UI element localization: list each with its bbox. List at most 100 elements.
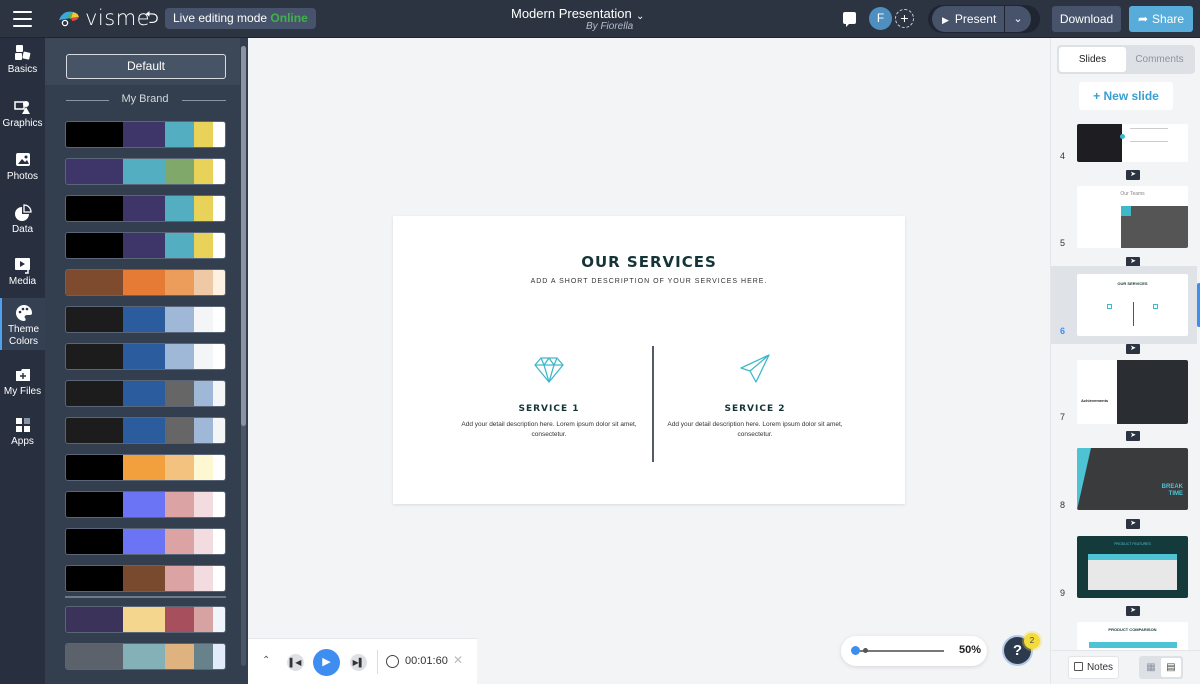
slide-thumb-row[interactable]: 7 Achievements (1051, 358, 1197, 430)
color-swatch (194, 270, 213, 295)
color-swatch (123, 122, 165, 147)
thumb-title: Our Teams (1120, 191, 1145, 197)
zoom-slider-track[interactable] (855, 650, 944, 652)
menu-icon[interactable] (13, 11, 32, 27)
slide-thumbnail[interactable]: BREAK TIME (1077, 448, 1188, 510)
slide-number: 9 (1060, 588, 1066, 598)
nav-photos[interactable]: Photos (0, 151, 45, 182)
color-palette[interactable] (65, 306, 226, 333)
nav-data[interactable]: Data (0, 204, 45, 235)
chevron-up-icon[interactable]: ⌃ (262, 655, 270, 666)
skip-back-icon[interactable]: ▌◀ (287, 654, 304, 671)
top-bar: visme ⮌ Live editing mode Online Modern … (0, 0, 1200, 38)
color-swatch (66, 381, 123, 406)
present-dropdown-chevron-icon[interactable]: ⌄ (1005, 6, 1031, 32)
document-title[interactable]: Modern Presentation (511, 6, 632, 21)
slide-number: 5 (1060, 238, 1066, 248)
color-palette[interactable] (65, 417, 226, 444)
color-palette[interactable] (65, 606, 226, 633)
color-palette[interactable] (65, 269, 226, 296)
avatar[interactable]: F (869, 7, 892, 30)
share-button[interactable]: ➦ Share (1129, 6, 1193, 32)
slide-thumb-row[interactable]: 5 Our Teams (1051, 184, 1197, 256)
color-palette[interactable] (65, 565, 226, 592)
color-swatch (165, 492, 194, 517)
zoom-slider-handle[interactable] (851, 646, 860, 655)
color-palette[interactable] (65, 232, 226, 259)
list-view-icon[interactable]: ▤ (1161, 658, 1181, 677)
live-editing-badge[interactable]: Live editing mode Online (165, 8, 316, 29)
nav-theme-colors-label: Theme Colors (7, 324, 40, 347)
slide-title[interactable]: OUR SERVICES (393, 253, 905, 271)
play-button[interactable]: ▶ (313, 649, 340, 676)
transition-icon[interactable]: ➤ (1126, 606, 1140, 616)
tab-slides[interactable]: Slides (1059, 47, 1126, 72)
color-palette[interactable] (65, 643, 226, 670)
color-palette[interactable] (65, 343, 226, 370)
chevron-down-icon[interactable]: ⌄ (636, 11, 644, 22)
present-button[interactable]: ▶ Present (932, 6, 1004, 32)
visme-logo[interactable]: visme (57, 7, 150, 29)
thumb-photo (1077, 448, 1188, 510)
slide-thumb-row[interactable]: 8 BREAK TIME (1051, 446, 1197, 518)
service-1[interactable]: SERVICE 1 Add your detail description he… (459, 346, 639, 439)
slide-thumbnail[interactable]: PRODUCT FEATURES (1077, 536, 1188, 598)
color-palette[interactable] (65, 528, 226, 555)
document-author: By Fiorella (586, 21, 634, 32)
service-2[interactable]: SERVICE 2 Add your detail description he… (665, 346, 845, 439)
close-icon[interactable]: ✕ (453, 653, 463, 667)
diamond-icon[interactable] (532, 352, 566, 386)
slide-thumbnail[interactable]: Our Teams (1077, 186, 1188, 248)
nav-apps[interactable]: Apps (0, 416, 45, 447)
color-palette[interactable] (65, 121, 226, 148)
transition-icon[interactable]: ➤ (1126, 344, 1140, 354)
color-swatch (66, 566, 123, 591)
service-2-desc[interactable]: Add your detail description here. Lorem … (665, 420, 845, 439)
slide-thumb-row[interactable]: 4 (1051, 122, 1197, 166)
color-swatch (194, 644, 213, 669)
slide-thumbnail[interactable]: Achievements (1077, 360, 1188, 424)
grid-view-icon[interactable]: ▦ (1141, 658, 1161, 677)
color-palette[interactable] (65, 380, 226, 407)
slide[interactable]: OUR SERVICES ADD A SHORT DESCRIPTION OF … (393, 216, 905, 504)
color-palette[interactable] (65, 491, 226, 518)
color-palette[interactable] (65, 158, 226, 185)
slide-subtitle[interactable]: ADD A SHORT DESCRIPTION OF YOUR SERVICES… (393, 278, 905, 285)
color-swatch (194, 455, 213, 480)
slide-thumb-row[interactable]: 9 PRODUCT FEATURES (1051, 534, 1197, 606)
transition-icon[interactable]: ➤ (1126, 170, 1140, 180)
transition-icon[interactable]: ➤ (1126, 431, 1140, 441)
nav-media[interactable]: Media (0, 256, 45, 287)
thumb-icon (1107, 304, 1112, 309)
tab-comments[interactable]: Comments (1126, 47, 1193, 72)
slide-thumbnail[interactable] (1077, 124, 1188, 162)
clock-icon (386, 655, 399, 668)
color-palette[interactable] (65, 454, 226, 481)
slide-divider[interactable] (652, 346, 654, 462)
color-swatch (66, 196, 123, 221)
service-2-title[interactable]: SERVICE 2 (665, 404, 845, 414)
new-slide-button[interactable]: + New slide (1079, 82, 1173, 110)
nav-my-files[interactable]: My Files (0, 366, 45, 397)
slide-thumbnail[interactable]: OUR SERVICES (1077, 274, 1188, 336)
transition-icon[interactable]: ➤ (1126, 519, 1140, 529)
notes-button[interactable]: Notes (1068, 656, 1119, 679)
nav-graphics[interactable]: Graphics (0, 98, 45, 129)
nav-theme-colors[interactable]: Theme Colors (0, 298, 45, 350)
paper-plane-icon[interactable] (738, 352, 772, 386)
color-swatch (123, 455, 165, 480)
slide-thumb-row-active[interactable]: 6 OUR SERVICES (1051, 266, 1197, 344)
color-palette[interactable] (65, 195, 226, 222)
duration-time[interactable]: 00:01:60 (405, 655, 448, 667)
add-collaborator-icon[interactable]: + (895, 9, 914, 28)
skip-forward-icon[interactable]: ▶▌ (350, 654, 367, 671)
color-swatch (66, 529, 123, 554)
undo-icon[interactable]: ⮌ (145, 9, 159, 27)
service-1-desc[interactable]: Add your detail description here. Lorem … (459, 420, 639, 439)
panel-scrollbar-thumb[interactable] (241, 46, 246, 426)
download-button[interactable]: Download (1052, 6, 1121, 32)
service-1-title[interactable]: SERVICE 1 (459, 404, 639, 414)
comment-icon[interactable] (843, 12, 856, 27)
default-theme-button[interactable]: Default (66, 54, 226, 79)
nav-basics[interactable]: Basics (0, 44, 45, 75)
